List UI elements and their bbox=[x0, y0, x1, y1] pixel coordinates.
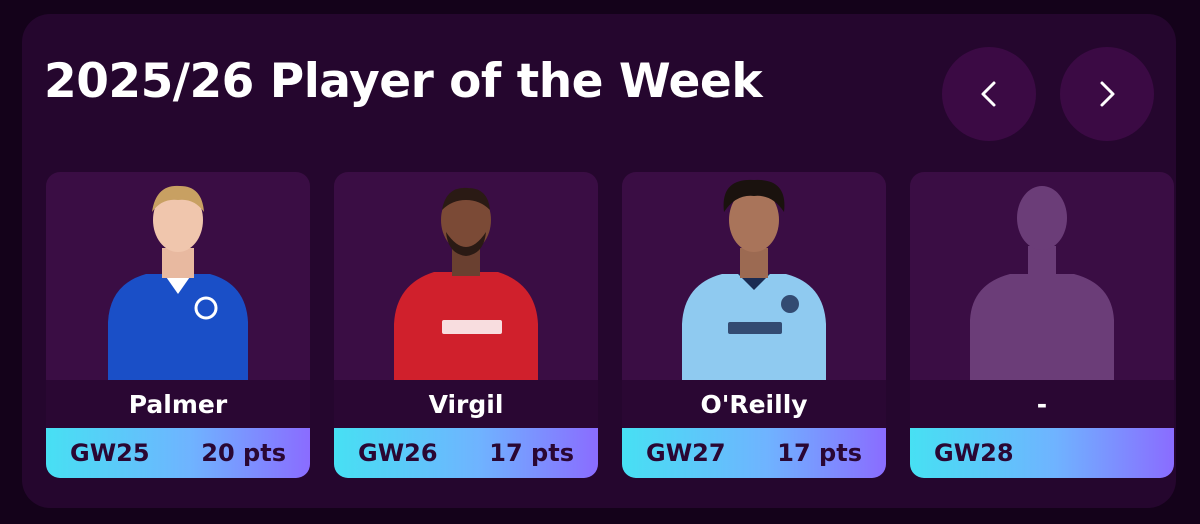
player-name: - bbox=[910, 380, 1174, 428]
gameweek-label: GW28 bbox=[934, 439, 1014, 467]
points-label: 17 pts bbox=[489, 439, 574, 467]
previous-button[interactable] bbox=[942, 47, 1036, 141]
gameweek-bar: GW28 bbox=[910, 428, 1174, 478]
gameweek-label: GW26 bbox=[358, 439, 438, 467]
points-label: 20 pts bbox=[201, 439, 286, 467]
player-photo bbox=[108, 185, 248, 380]
gameweek-label: GW27 bbox=[646, 439, 726, 467]
player-card-oreilly[interactable]: O'Reilly GW27 17 pts bbox=[622, 172, 886, 478]
player-card-virgil[interactable]: Virgil GW26 17 pts bbox=[334, 172, 598, 478]
chevron-left-icon bbox=[981, 81, 996, 107]
player-name: O'Reilly bbox=[622, 380, 886, 428]
player-card-placeholder[interactable]: - GW28 bbox=[910, 172, 1174, 478]
player-photo bbox=[394, 187, 538, 380]
player-of-the-week-panel: 2025/26 Player of the Week Palmer GW25 2… bbox=[22, 14, 1176, 508]
player-card-palmer[interactable]: Palmer GW25 20 pts bbox=[46, 172, 310, 478]
player-silhouette-icon bbox=[970, 186, 1114, 380]
points-label: 17 pts bbox=[777, 439, 862, 467]
chevron-right-icon bbox=[1100, 81, 1115, 107]
gameweek-bar: GW25 20 pts bbox=[46, 428, 310, 478]
page-title: 2025/26 Player of the Week bbox=[44, 54, 763, 109]
player-name: Palmer bbox=[46, 380, 310, 428]
next-button[interactable] bbox=[1060, 47, 1154, 141]
gameweek-label: GW25 bbox=[70, 439, 150, 467]
gameweek-bar: GW27 17 pts bbox=[622, 428, 886, 478]
gameweek-bar: GW26 17 pts bbox=[334, 428, 598, 478]
player-photo bbox=[682, 179, 826, 380]
player-name: Virgil bbox=[334, 380, 598, 428]
